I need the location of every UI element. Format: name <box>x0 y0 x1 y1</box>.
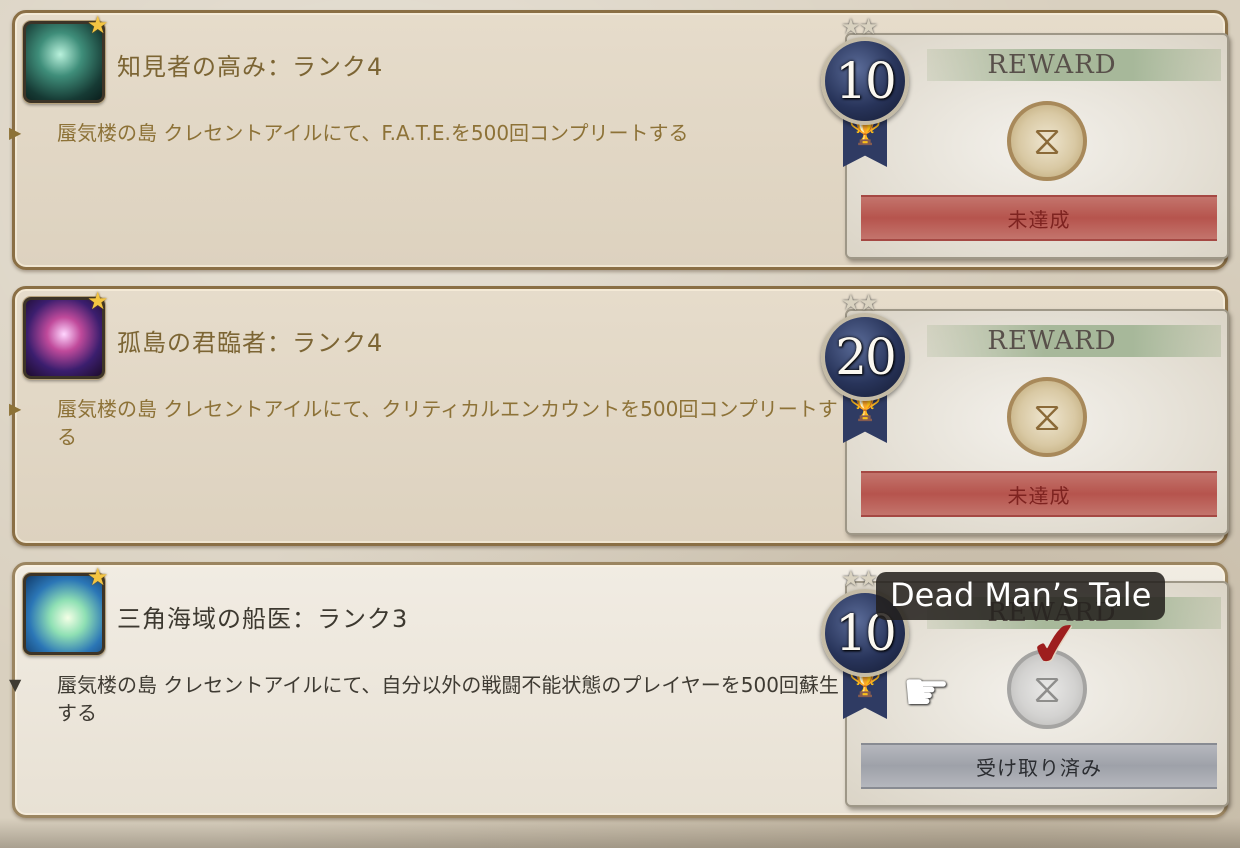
star-icon: ★ <box>87 11 109 39</box>
star-icon: ★ <box>87 287 109 315</box>
rarity-stars-icon: ★★ <box>841 291 878 316</box>
footer-strip <box>0 818 1240 848</box>
reward-tooltip: Dead Man’s Tale <box>876 572 1166 620</box>
achievement-description: ▼ 蜃気楼の島 クレセントアイルにて、自分以外の戦闘不能状態のプレイヤーを500回… <box>9 671 839 725</box>
points-disc: 20 <box>821 313 909 401</box>
collapse-arrow-icon[interactable]: ▼ <box>9 671 57 699</box>
status-badge: 未達成 <box>861 195 1217 241</box>
reward-token-icon[interactable]: ⧖ <box>1007 101 1087 181</box>
status-badge: 受け取り済み <box>861 743 1217 789</box>
achievement-description: ▶ 蜃気楼の島 クレセントアイルにて、クリティカルエンカウントを500回コンプリー… <box>9 395 838 449</box>
expand-arrow-icon[interactable]: ▶ <box>9 119 57 147</box>
reward-token-icon[interactable]: ⧖ <box>1007 377 1087 457</box>
rarity-stars-icon: ★★ <box>841 15 878 40</box>
star-icon: ★ <box>87 563 109 591</box>
achievement-description: ▶ 蜃気楼の島 クレセントアイルにて、F.A.T.E.を500回コンプリートする <box>9 119 689 147</box>
achievement-title: 三角海域の船医：ランク3 <box>117 605 409 633</box>
points-badge: 🏆 10 ★★ <box>815 15 915 171</box>
achievement-points: 20 <box>835 328 897 386</box>
achievement-title: 孤島の君臨者：ランク4 <box>117 329 384 357</box>
rarity-stars-icon: ★★ <box>841 567 878 592</box>
points-disc: 10 <box>821 37 909 125</box>
status-badge: 未達成 <box>861 471 1217 517</box>
pointer-hand-icon: ☛ <box>902 660 951 723</box>
achievement-row[interactable]: ★ 知見者の高み：ランク4 ▶ 蜃気楼の島 クレセントアイルにて、F.A.T.E.… <box>9 10 1229 270</box>
points-badge: 🏆 20 ★★ <box>815 291 915 447</box>
achievement-row[interactable]: ★ 孤島の君臨者：ランク4 ▶ 蜃気楼の島 クレセントアイルにて、クリティカルエン… <box>9 286 1229 546</box>
achievement-title: 知見者の高み：ランク4 <box>117 53 384 81</box>
expand-arrow-icon[interactable]: ▶ <box>9 395 57 423</box>
achievement-points: 10 <box>835 52 897 110</box>
